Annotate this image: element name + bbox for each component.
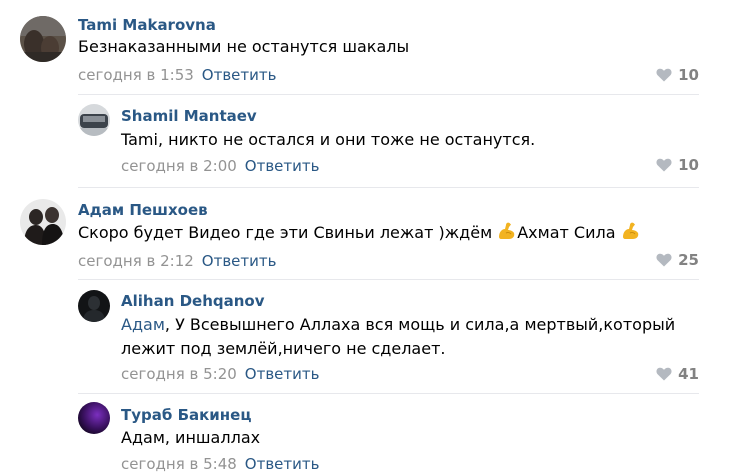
comments-thread: Tami Makarovna Безнаказанными не останут… <box>0 0 737 473</box>
comment-text: Скоро будет Видео где эти Свиньи лежат )… <box>78 221 641 245</box>
comment-text: Tami, никто не остался и они тоже не ост… <box>121 130 536 149</box>
like-count: 10 <box>678 156 699 174</box>
avatar[interactable] <box>78 402 110 434</box>
avatar[interactable] <box>20 16 66 62</box>
avatar[interactable] <box>20 199 66 245</box>
comment-author[interactable]: Tami Makarovna <box>78 16 216 34</box>
avatar[interactable] <box>78 104 110 136</box>
comment-meta: сегодня в 2:12 Ответить <box>78 252 276 270</box>
heart-icon <box>656 253 672 267</box>
comment-author[interactable]: Адам Пешхоев <box>78 201 208 219</box>
comment-date[interactable]: сегодня в 2:00 <box>121 157 237 175</box>
like-count: 25 <box>678 251 699 269</box>
comment-meta: сегодня в 2:00 Ответить <box>121 157 319 175</box>
comment-text-continued: лежит под землёй,ничего не сделает. <box>121 339 446 358</box>
comment-reply: Alihan Dehqanov Адам, У Всевышнего Аллах… <box>0 280 737 393</box>
comment-date[interactable]: сегодня в 2:12 <box>78 252 194 270</box>
flexed-biceps-emoji <box>622 222 638 239</box>
flexed-biceps-emoji <box>499 222 515 239</box>
comment: Адам Пешхоев Скоро будет Видео где эти С… <box>0 188 737 280</box>
comment-text: Адам, иншаллах <box>121 428 261 447</box>
like-button[interactable]: 10 <box>656 66 699 84</box>
like-button[interactable]: 41 <box>656 365 699 383</box>
comment-author[interactable]: Alihan Dehqanov <box>121 292 265 310</box>
like-count: 10 <box>678 66 699 84</box>
like-button[interactable]: 25 <box>656 251 699 269</box>
comment-text-part: Скоро будет Видео где эти Свиньи лежат )… <box>78 223 498 242</box>
like-button[interactable]: 10 <box>656 156 699 174</box>
comment-meta: сегодня в 5:20 Ответить <box>121 365 319 383</box>
reply-button[interactable]: Ответить <box>202 66 277 84</box>
comment-meta: сегодня в 1:53 Ответить <box>78 66 276 84</box>
heart-icon <box>656 158 672 172</box>
comment-author[interactable]: Shamil Mantaev <box>121 107 257 125</box>
comment-date[interactable]: сегодня в 5:48 <box>121 455 237 473</box>
like-count: 41 <box>678 365 699 383</box>
reply-button[interactable]: Ответить <box>245 455 320 473</box>
comment-text: Безнаказанными не останутся шакалы <box>78 37 410 56</box>
heart-icon <box>656 68 672 82</box>
mention-link[interactable]: Адам <box>121 315 165 334</box>
comment-text-part: Ахмат Сила <box>517 223 621 242</box>
comment-text-part: , У Всевышнего Аллаха вся мощь и сила,а … <box>164 315 676 334</box>
comment-date[interactable]: сегодня в 5:20 <box>121 365 237 383</box>
comment: Tami Makarovna Безнаказанными не останут… <box>0 0 737 95</box>
comment-date[interactable]: сегодня в 1:53 <box>78 66 194 84</box>
comment-text: Адам, У Всевышнего Аллаха вся мощь и сил… <box>121 313 675 337</box>
comment-reply: Тураб Бакинец Адам, иншаллах сегодня в 5… <box>0 394 737 473</box>
reply-button[interactable]: Ответить <box>202 252 277 270</box>
comment-author[interactable]: Тураб Бакинец <box>121 406 251 424</box>
avatar[interactable] <box>78 290 110 322</box>
comment-reply: Shamil Mantaev Tami, никто не остался и … <box>0 95 737 188</box>
comment-meta: сегодня в 5:48 Ответить <box>121 455 319 473</box>
reply-button[interactable]: Ответить <box>245 157 320 175</box>
heart-icon <box>656 367 672 381</box>
reply-button[interactable]: Ответить <box>245 365 320 383</box>
